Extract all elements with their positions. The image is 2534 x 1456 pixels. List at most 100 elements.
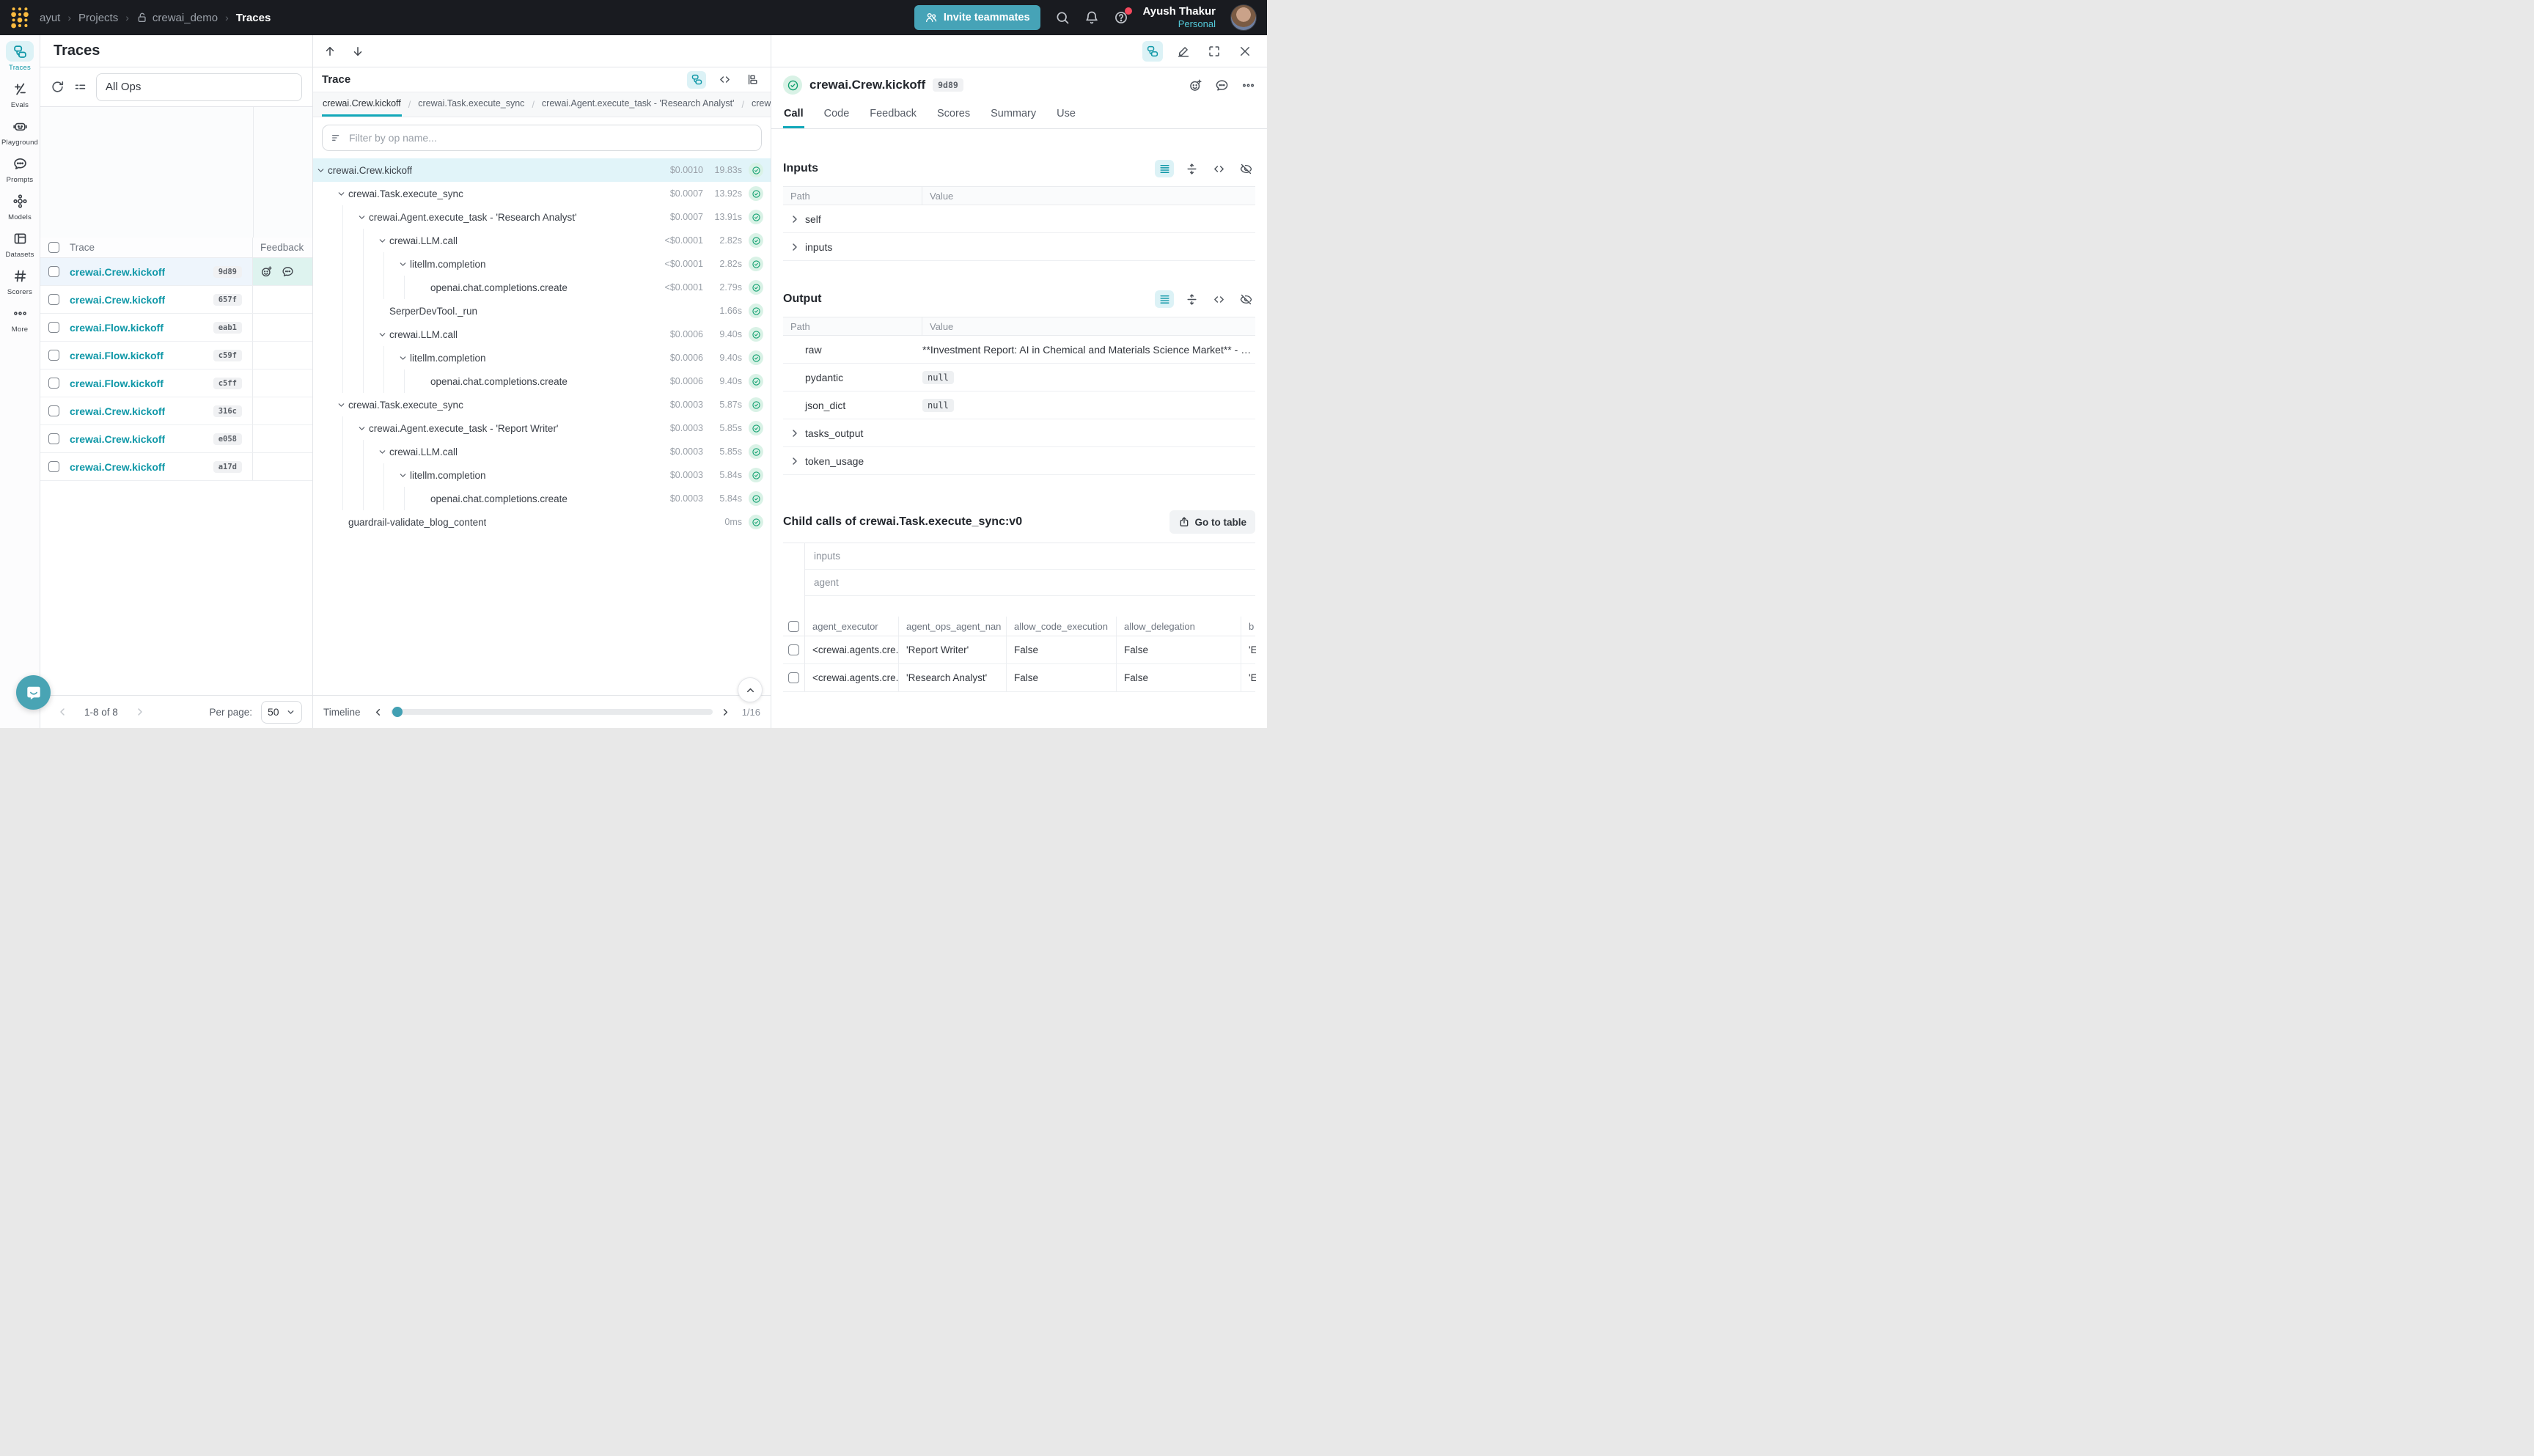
trace-id-badge[interactable]: 9d89 (213, 266, 242, 278)
sidebar-item-playground[interactable]: Playground (0, 116, 40, 147)
expand-chevron-icon[interactable] (334, 186, 348, 201)
row-checkbox[interactable] (48, 461, 59, 472)
trace-column-header[interactable]: Trace (67, 242, 252, 253)
add-reaction-icon[interactable] (1189, 78, 1202, 92)
scroll-to-top-button[interactable] (738, 677, 763, 702)
edit-button[interactable] (1173, 41, 1194, 62)
trace-tree-row[interactable]: guardrail-validate_blog_content0ms (313, 510, 771, 534)
op-name-filter-input[interactable]: Filter by op name... (322, 125, 762, 151)
next-page-icon[interactable] (134, 706, 146, 718)
trace-id-badge[interactable]: c59f (213, 350, 242, 361)
trace-tree-row[interactable]: litellm.completion$0.00069.40s (313, 346, 771, 369)
close-button[interactable] (1235, 41, 1255, 62)
row-checkbox[interactable] (48, 350, 59, 361)
tab-summary[interactable]: Summary (990, 103, 1037, 128)
column-header-agent_executor[interactable]: agent_executor (805, 617, 898, 636)
trace-tree-row[interactable]: crewai.Task.execute_sync$0.00035.87s (313, 393, 771, 416)
flame-graph-toggle[interactable] (743, 71, 762, 89)
add-reaction-icon[interactable] (260, 265, 273, 278)
row-checkbox[interactable] (48, 378, 59, 389)
refresh-icon[interactable] (51, 80, 65, 94)
expand-chevron-icon[interactable] (395, 257, 410, 271)
row-checkbox[interactable] (48, 294, 59, 305)
trace-tree-row[interactable]: litellm.completion<$0.00012.82s (313, 252, 771, 276)
feedback-column-header[interactable]: Feedback (252, 238, 312, 257)
expand-chevron-icon[interactable] (313, 163, 328, 177)
kv-path[interactable]: tasks_output (783, 427, 922, 439)
row-checkbox[interactable] (788, 672, 799, 683)
trace-tree-row[interactable]: openai.chat.completions.create$0.00069.4… (313, 369, 771, 393)
trace-tree-row[interactable]: crewai.Agent.execute_task - 'Research An… (313, 205, 771, 229)
kv-path[interactable]: inputs (783, 241, 922, 253)
pretty-view-toggle[interactable] (1155, 160, 1174, 177)
child-call-row[interactable]: <crewai.agents.cre...'Report Writer'Fals… (783, 636, 1255, 664)
trace-name-link[interactable]: crewai.Crew.kickoff (70, 433, 165, 445)
select-all-checkbox[interactable] (788, 621, 799, 632)
expand-chevron-icon[interactable] (395, 468, 410, 482)
kv-path[interactable]: token_usage (783, 455, 922, 467)
row-checkbox[interactable] (48, 433, 59, 444)
row-checkbox[interactable] (48, 322, 59, 333)
trace-list-row[interactable]: crewai.Crew.kickoffa17d (40, 453, 312, 481)
hide-values-toggle[interactable] (1236, 160, 1255, 177)
tab-feedback[interactable]: Feedback (869, 103, 917, 128)
timeline-prev-icon[interactable] (372, 707, 383, 718)
timeline-slider[interactable] (391, 709, 713, 715)
trace-id-badge[interactable]: 316c (213, 405, 242, 417)
hide-values-toggle[interactable] (1236, 290, 1255, 308)
code-view-toggle[interactable] (1209, 160, 1228, 177)
trace-tree-row[interactable]: crewai.Task.execute_sync$0.000713.92s (313, 182, 771, 205)
search-icon[interactable] (1055, 10, 1070, 25)
sidebar-item-more[interactable]: More (0, 303, 40, 334)
sidebar-item-models[interactable]: Models (0, 191, 40, 221)
trace-name-link[interactable]: crewai.Crew.kickoff (70, 294, 165, 306)
breadcrumb-item-ayut[interactable]: ayut (40, 12, 60, 24)
trace-id-badge[interactable]: eab1 (213, 322, 242, 334)
trace-list-row[interactable]: crewai.Crew.kickoff 657f (40, 286, 312, 314)
column-header-allow_code_execution[interactable]: allow_code_execution (1006, 617, 1116, 636)
trace-tree-row[interactable]: litellm.completion$0.00035.84s (313, 463, 771, 487)
breadcrumb-item-traces[interactable]: Traces (236, 12, 271, 24)
row-checkbox[interactable] (48, 266, 59, 277)
expand-chevron-icon[interactable] (354, 210, 369, 224)
tab-use[interactable]: Use (1056, 103, 1076, 128)
trace-name-link[interactable]: crewai.Flow.kickoff (70, 378, 164, 389)
sidebar-item-evals[interactable]: Evals (0, 78, 40, 109)
expand-toggle[interactable] (1182, 160, 1201, 177)
comment-icon[interactable] (1215, 78, 1229, 92)
trace-breadcrumb-tab[interactable]: crewai.LLM.call (751, 92, 771, 117)
previous-trace-icon[interactable] (323, 45, 337, 58)
tree-view-toggle[interactable] (687, 71, 706, 89)
trace-name-link[interactable]: crewai.Crew.kickoff (70, 266, 165, 278)
trace-list-row[interactable]: crewai.Flow.kickoff c5ff (40, 369, 312, 397)
select-all-checkbox[interactable] (48, 242, 59, 253)
help-icon[interactable] (1114, 10, 1128, 25)
next-trace-icon[interactable] (351, 45, 364, 58)
trace-id-badge[interactable]: e058 (213, 433, 242, 445)
prev-page-icon[interactable] (56, 706, 68, 718)
sidebar-item-prompts[interactable]: Prompts (0, 153, 40, 184)
fullscreen-button[interactable] (1204, 41, 1224, 62)
trace-name-link[interactable]: crewai.Crew.kickoff (70, 405, 165, 417)
trace-name-link[interactable]: crewai.Crew.kickoff (70, 461, 165, 473)
trace-id-badge[interactable]: c5ff (213, 378, 242, 389)
sidebar-item-traces[interactable]: Traces (0, 41, 40, 72)
tab-code[interactable]: Code (823, 103, 851, 128)
comment-icon[interactable] (282, 265, 294, 278)
trace-breadcrumb-tab[interactable]: crewai.Crew.kickoff (322, 92, 402, 117)
trace-list-row[interactable]: crewai.Crew.kickoff 316c (40, 397, 312, 425)
trace-tree-row[interactable]: crewai.LLM.call$0.00035.85s (313, 440, 771, 463)
breadcrumb-item-projects[interactable]: Projects (78, 12, 118, 24)
trace-id-badge[interactable]: 657f (213, 294, 242, 306)
trace-tree-row[interactable]: crewai.LLM.call$0.00069.40s (313, 323, 771, 346)
avatar[interactable] (1230, 4, 1257, 31)
sidebar-item-scorers[interactable]: Scorers (0, 265, 40, 296)
child-call-row[interactable]: <crewai.agents.cre...'Research Analyst'F… (783, 664, 1255, 692)
row-checkbox[interactable] (48, 405, 59, 416)
support-chat-button[interactable] (16, 675, 51, 710)
trace-name-link[interactable]: crewai.Flow.kickoff (70, 322, 164, 334)
wandb-logo-icon[interactable] (10, 6, 29, 29)
pretty-view-toggle[interactable] (1155, 290, 1174, 308)
sidebar-item-datasets[interactable]: Datasets (0, 228, 40, 259)
breadcrumb-item-crewai_demo[interactable]: crewai_demo (136, 12, 218, 24)
